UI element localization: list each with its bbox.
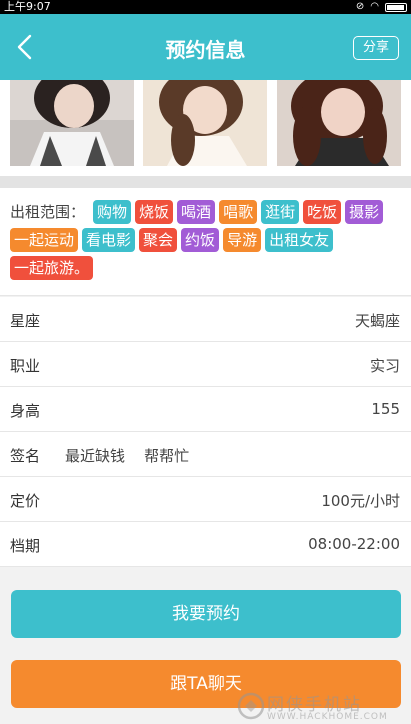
price-label: 定价 xyxy=(10,492,41,510)
signature-value: 最近缺钱 帮帮忙 xyxy=(65,447,190,465)
scope-tag[interactable]: 吃饭 xyxy=(303,200,342,224)
scope-tag[interactable]: 烧饭 xyxy=(135,200,174,224)
scope-tag[interactable]: 喝酒 xyxy=(177,200,216,224)
scope-tag[interactable]: 购物 xyxy=(93,200,132,224)
info-row-zodiac: 星座 天蝎座 xyxy=(0,297,411,342)
info-row-height: 身高 155 xyxy=(0,387,411,432)
height-value: 155 xyxy=(371,400,400,418)
rental-scope-section: 出租范围： 购物 烧饭 喝酒 唱歌 逛街 吃饭 摄影 一起运动 看电影 聚会 约… xyxy=(0,188,411,296)
zodiac-value: 天蝎座 xyxy=(354,312,400,330)
scope-tag[interactable]: 约饭 xyxy=(181,228,220,252)
job-value: 实习 xyxy=(369,357,400,375)
photo-thumbnail[interactable] xyxy=(143,80,267,166)
watermark-subtext: WWW.HACKHOME.COM xyxy=(267,712,388,722)
photo-thumbnail[interactable] xyxy=(277,80,401,166)
scope-tag[interactable]: 一起旅游。 xyxy=(10,256,94,280)
scope-tag[interactable]: 出租女友 xyxy=(265,228,334,252)
mute-icon: ⊘ xyxy=(355,1,365,12)
job-label: 职业 xyxy=(10,357,41,375)
scope-tag[interactable]: 摄影 xyxy=(345,200,384,224)
scope-tag[interactable]: 一起运动 xyxy=(10,228,79,252)
share-button[interactable]: 分享 xyxy=(353,36,399,60)
scope-tag[interactable]: 逛街 xyxy=(261,200,300,224)
photo-gallery xyxy=(0,80,411,176)
scope-tag[interactable]: 看电影 xyxy=(82,228,136,252)
watermark: 网侠手机站 WWW.HACKHOME.COM xyxy=(235,690,405,724)
info-row-job: 职业 实习 xyxy=(0,342,411,387)
info-row-signature: 签名 最近缺钱 帮帮忙 xyxy=(0,432,411,477)
signature-label: 签名 xyxy=(10,447,41,465)
status-bar: 上午9:07 ⊘ ◠ xyxy=(0,0,411,14)
book-button[interactable]: 我要预约 xyxy=(11,590,401,638)
battery-icon xyxy=(385,2,407,12)
page-title: 预约信息 xyxy=(165,38,246,62)
zodiac-label: 星座 xyxy=(10,312,41,330)
status-time: 上午9:07 xyxy=(4,0,51,13)
status-icons: ⊘ ◠ xyxy=(356,0,407,14)
schedule-label: 档期 xyxy=(10,537,41,555)
scope-tag[interactable]: 唱歌 xyxy=(219,200,258,224)
info-row-price: 定价 100元/小时 xyxy=(0,477,411,522)
schedule-value: 08:00-22:00 xyxy=(308,535,400,553)
scope-tag[interactable]: 聚会 xyxy=(139,228,178,252)
photo-thumbnail[interactable] xyxy=(10,80,134,166)
scope-tag[interactable]: 导游 xyxy=(223,228,262,252)
info-row-schedule: 档期 08:00-22:00 xyxy=(0,522,411,567)
rental-scope-tags: 出租范围： 购物 烧饭 喝酒 唱歌 逛街 吃饭 摄影 一起运动 看电影 聚会 约… xyxy=(10,200,401,280)
watermark-logo-icon xyxy=(237,692,265,720)
wifi-icon: ◠ xyxy=(370,1,379,12)
height-label: 身高 xyxy=(10,402,41,420)
section-divider xyxy=(0,176,411,188)
profile-info-list: 星座 天蝎座 职业 实习 身高 155 签名 最近缺钱 帮帮忙 定价 100元/… xyxy=(0,297,411,567)
price-value: 100元/小时 xyxy=(321,492,400,510)
rental-scope-label: 出租范围： xyxy=(10,203,86,221)
header-bar: 预约信息 分享 xyxy=(0,14,411,80)
